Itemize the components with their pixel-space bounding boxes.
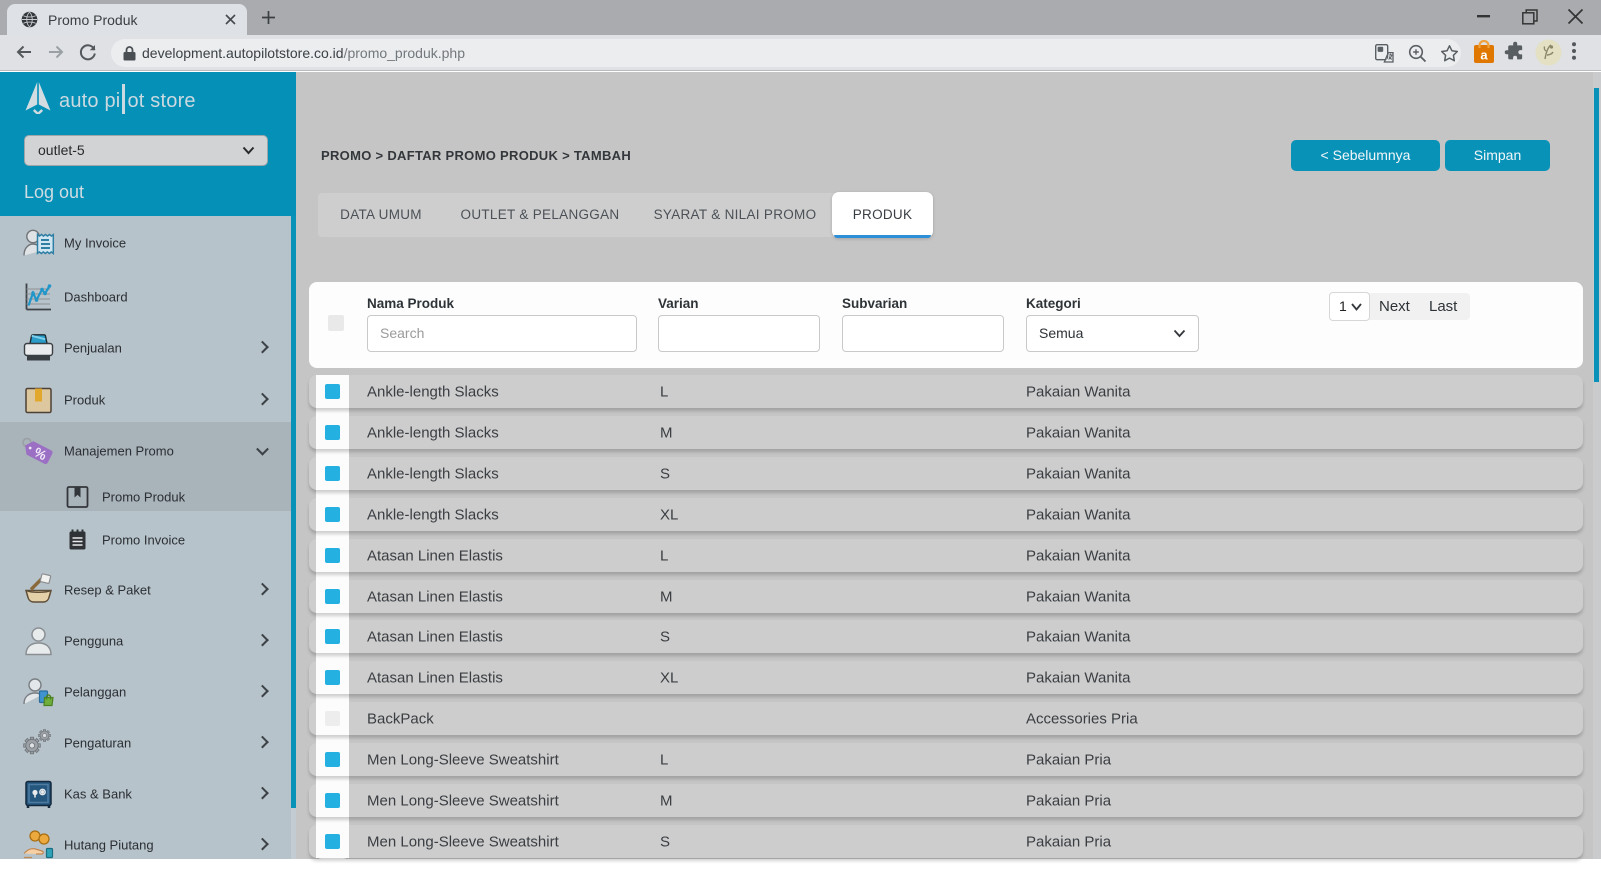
- svg-text:a: a: [1480, 48, 1488, 63]
